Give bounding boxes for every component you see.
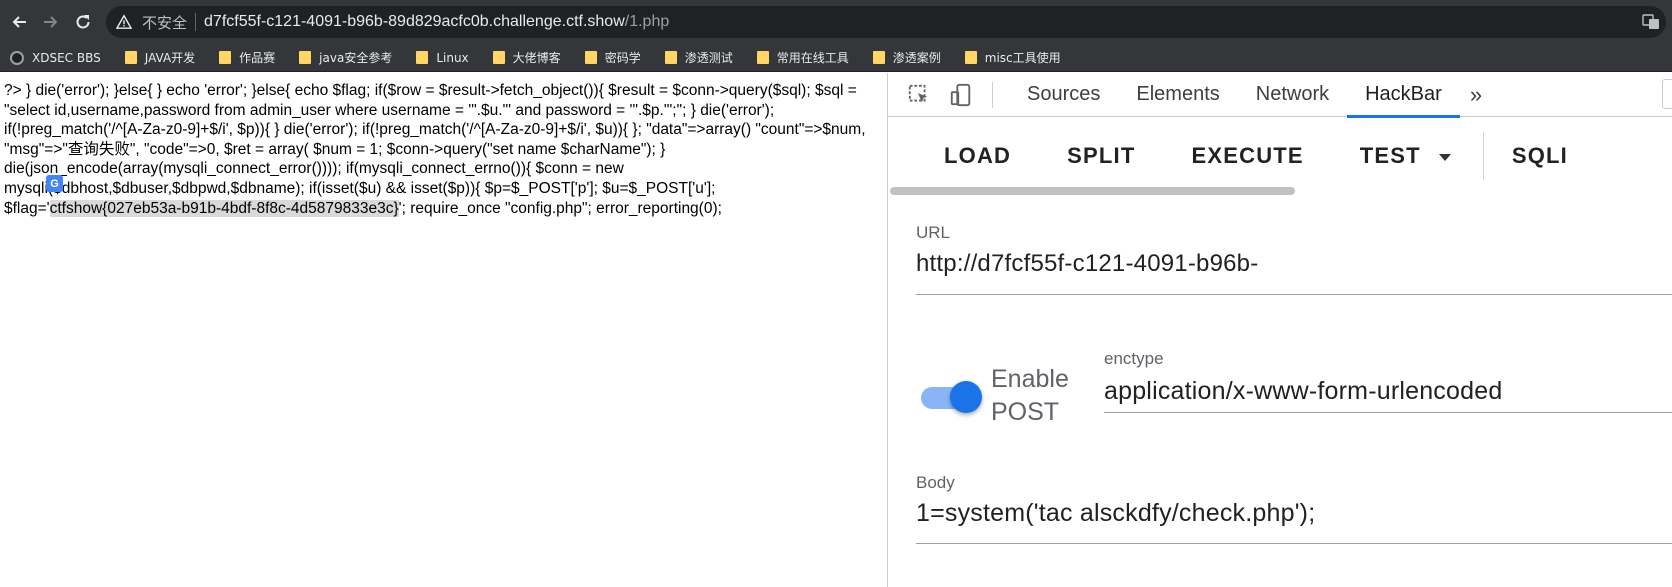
- google-translate-icon[interactable]: G: [46, 175, 63, 192]
- folder-icon: [964, 51, 977, 64]
- sqli-button[interactable]: SQLI: [1484, 143, 1596, 169]
- page-content: ?> } die('error'); }else{ } echo 'error'…: [0, 73, 887, 587]
- folder-icon: [492, 51, 505, 64]
- php-source-text: ?> } die('error'); }else{ } echo 'error'…: [4, 81, 881, 218]
- source-before-flag: ?> } die('error'); }else{ } echo 'error'…: [4, 82, 866, 217]
- bookmark-label: 大佬博客: [512, 51, 561, 65]
- split-button[interactable]: SPLIT: [1039, 143, 1163, 169]
- divider: [992, 81, 993, 108]
- tab-sources[interactable]: Sources: [1009, 73, 1118, 117]
- enable-post-toggle[interactable]: [919, 376, 983, 416]
- address-bar[interactable]: 不安全 d7fcf55f-c121-4091-b96b-89d829acfc0b…: [106, 6, 1666, 38]
- execute-button[interactable]: EXECUTE: [1163, 143, 1331, 169]
- folder-icon: [124, 51, 137, 64]
- url-field-label: URL: [916, 223, 951, 242]
- devtools-settings-button[interactable]: [1662, 79, 1672, 109]
- forward-icon[interactable]: [36, 7, 66, 37]
- bookmark-item[interactable]: 密码学: [584, 49, 641, 66]
- translate-icon[interactable]: [1642, 13, 1660, 31]
- folder-icon: [872, 51, 885, 64]
- bookmark-label: 密码学: [604, 51, 641, 65]
- test-button-label: TEST: [1359, 143, 1421, 168]
- tab-elements[interactable]: Elements: [1118, 73, 1237, 117]
- security-label: 不安全: [142, 13, 188, 32]
- bookmark-item[interactable]: 渗透案例: [872, 49, 941, 66]
- inspect-element-icon[interactable]: [906, 82, 932, 108]
- bookmark-item[interactable]: 大佬博客: [492, 49, 561, 66]
- devtools-tabbar: Sources Elements Network HackBar »: [888, 73, 1672, 118]
- bookmark-label: java安全参考: [319, 51, 393, 65]
- divider: [195, 13, 197, 31]
- folder-icon: [299, 51, 312, 64]
- body-field-underline: [916, 543, 1672, 544]
- load-button[interactable]: LOAD: [888, 143, 1039, 169]
- github-icon: [10, 50, 24, 65]
- reload-icon[interactable]: [68, 7, 98, 37]
- flag-value: ctfshow{027eb53a-b91b-4bdf-8f8c-4d587983…: [49, 199, 399, 217]
- enctype-label: enctype: [1104, 349, 1164, 368]
- folder-icon: [756, 51, 769, 64]
- bookmark-label: 渗透案例: [892, 51, 941, 65]
- bookmark-label: 常用在线工具: [776, 51, 849, 65]
- bookmark-label: JAVA开发: [144, 51, 196, 65]
- toggle-knob: [950, 381, 982, 413]
- tab-network[interactable]: Network: [1238, 73, 1347, 117]
- body-field-label: Body: [916, 473, 955, 492]
- url-host: d7fcf55f-c121-4091-b96b-89d829acfc0b.cha…: [204, 13, 625, 30]
- warning-icon[interactable]: [116, 13, 134, 31]
- browser-toolbar: 不安全 d7fcf55f-c121-4091-b96b-89d829acfc0b…: [0, 0, 1672, 44]
- bookmark-item[interactable]: misc工具使用: [964, 49, 1061, 66]
- bookmark-label: XDSEC BBS: [32, 50, 101, 65]
- enctype-select[interactable]: application/x-www-form-urlencoded: [1104, 377, 1502, 406]
- bookmarks-bar: XDSEC BBS JAVA开发 作品赛 java安全参考 Linux 大佬博客 密码学 渗透…: [0, 44, 1672, 72]
- bookmark-item[interactable]: JAVA开发: [124, 49, 196, 66]
- back-icon[interactable]: [4, 7, 34, 37]
- url-text[interactable]: d7fcf55f-c121-4091-b96b-89d829acfc0b.cha…: [204, 13, 669, 31]
- url-path: /1.php: [624, 13, 670, 30]
- folder-icon: [219, 51, 232, 64]
- bookmark-label: 作品赛: [239, 51, 276, 65]
- folder-icon: [664, 51, 677, 64]
- tab-hackbar[interactable]: HackBar: [1347, 73, 1460, 118]
- bookmark-item[interactable]: 作品赛: [219, 49, 275, 66]
- folder-icon: [584, 51, 597, 64]
- test-button[interactable]: TEST: [1332, 143, 1479, 169]
- bookmark-item[interactable]: 渗透测试: [664, 49, 733, 66]
- bookmark-label: Linux: [436, 50, 469, 65]
- chevron-down-icon: [1438, 153, 1451, 161]
- bookmark-item[interactable]: 常用在线工具: [756, 49, 849, 66]
- bookmark-item[interactable]: java安全参考: [299, 49, 392, 66]
- source-after-flag: '; require_once "config.php"; error_repo…: [398, 199, 722, 217]
- body-field[interactable]: 1=system('tac alsckdfy/check.php');: [916, 499, 1315, 528]
- bookmark-label: 渗透测试: [684, 51, 733, 65]
- enctype-underline: [1104, 412, 1672, 413]
- horizontal-scrollbar[interactable]: [890, 187, 1295, 195]
- devtools-panel: Sources Elements Network HackBar » LOAD …: [887, 73, 1672, 587]
- more-tabs-icon[interactable]: »: [1460, 82, 1492, 108]
- bookmark-item[interactable]: Linux: [416, 50, 469, 65]
- enable-post-label: Enable POST: [991, 365, 1069, 426]
- device-toolbar-icon[interactable]: [948, 82, 974, 108]
- url-field-underline: [916, 294, 1672, 295]
- bookmark-item[interactable]: XDSEC BBS: [10, 50, 101, 65]
- bookmark-label: misc工具使用: [984, 51, 1061, 65]
- hackbar-toolbar: LOAD SPLIT EXECUTE TEST SQLI: [888, 117, 1672, 195]
- url-field[interactable]: http://d7fcf55f-c121-4091-b96b-: [916, 250, 1258, 278]
- folder-icon: [416, 51, 429, 64]
